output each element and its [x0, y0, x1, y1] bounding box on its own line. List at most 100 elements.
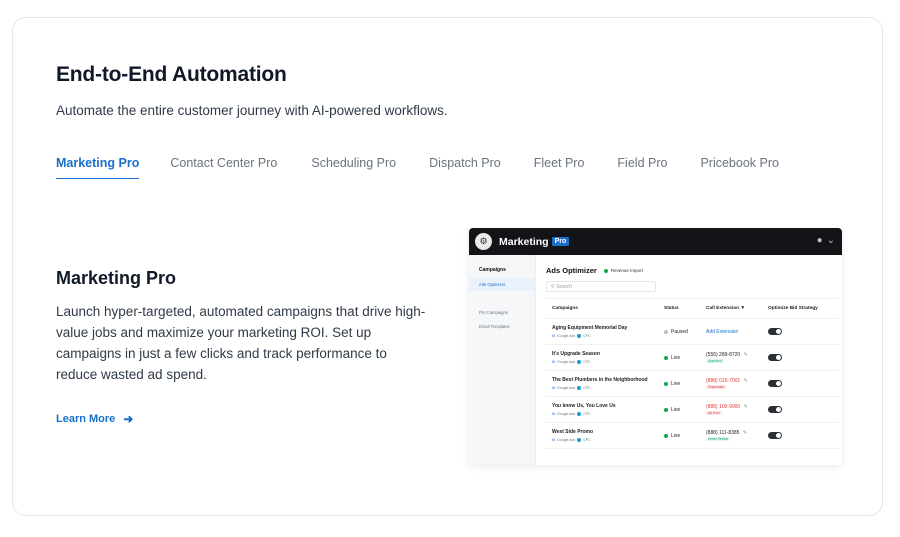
- table-row[interactable]: The Best Plumbers in the Neighborhood G …: [546, 370, 839, 397]
- learn-more-label: Learn More: [56, 413, 116, 425]
- optimize-bid-toggle[interactable]: [768, 406, 782, 413]
- campaign-name: Aging Equipment Memorial Day: [552, 325, 628, 331]
- mockup-topbar: ⚙ Marketing Pro ● ⌄: [469, 228, 842, 255]
- table-row[interactable]: Aging Equipment Memorial Day G Google Ad…: [546, 318, 839, 345]
- edit-icon[interactable]: ✎: [743, 430, 747, 436]
- tab-contact-center-pro[interactable]: Contact Center Pro: [170, 156, 277, 179]
- campaign-cell: West Side Promo G Google Ads CPC: [546, 422, 658, 449]
- edit-icon[interactable]: ✎: [744, 352, 748, 358]
- optimize-bid-toggle[interactable]: [768, 328, 782, 335]
- optimize-bid-toggle[interactable]: [768, 354, 782, 361]
- table-row[interactable]: You know Us, You Love Us G Google Ads CP…: [546, 396, 839, 423]
- tab-dispatch-pro[interactable]: Dispatch Pro: [429, 156, 501, 179]
- campaign-tags: G Google Ads CPC: [552, 437, 658, 442]
- campaign-tags: G Google Ads CPC: [552, 359, 658, 364]
- campaigns-table: Campaigns Status Call Extension ▼ Optimi…: [546, 298, 839, 449]
- table-row[interactable]: West Side Promo G Google Ads CPC Live (8…: [546, 422, 839, 449]
- call-extension-value[interactable]: (888) 100-9000: [706, 404, 740, 410]
- tab-scheduling-pro[interactable]: Scheduling Pro: [311, 156, 396, 179]
- feature-title: Marketing Pro: [56, 268, 177, 288]
- call-extension-value[interactable]: (888) 015-7001: [706, 378, 740, 384]
- google-icon: G: [552, 359, 556, 364]
- cpc-icon: [577, 359, 582, 364]
- sidebar-item-ads-optimizer[interactable]: Ads Optimizer: [469, 278, 535, 291]
- column-header-campaigns[interactable]: Campaigns: [546, 298, 658, 319]
- user-menu[interactable]: ● ⌄: [817, 235, 835, 246]
- tab-marketing-pro[interactable]: Marketing Pro: [56, 156, 140, 179]
- campaign-cell: You know Us, You Love Us G Google Ads CP…: [546, 396, 658, 423]
- sidebar-item-email-templates[interactable]: Email Templates: [469, 315, 535, 329]
- table-row[interactable]: It's Upgrade Season G Google Ads CPC Liv…: [546, 344, 839, 371]
- column-header-status[interactable]: Status: [658, 298, 700, 319]
- call-extension-cell: Add Extension: [700, 318, 762, 345]
- call-extension-value[interactable]: Add Extension: [706, 329, 738, 335]
- sidebar-heading: Campaigns: [479, 267, 506, 273]
- status-dot-icon: [664, 433, 668, 438]
- campaign-cell: The Best Plumbers in the Neighborhood G …: [546, 370, 658, 397]
- status-badge: Suspended: [706, 384, 727, 389]
- call-extension-value[interactable]: (555) 289-8720: [706, 352, 740, 358]
- campaign-tags: G Google Ads CPC: [552, 411, 658, 416]
- status-label: Paused: [671, 328, 688, 335]
- call-extension-cell: (888) 100-9000 ✎ Ad Error: [700, 396, 762, 423]
- mockup-brand: Marketing: [499, 235, 549, 248]
- status-dot-icon: [664, 407, 668, 412]
- product-tabs: Marketing Pro Contact Center Pro Schedul…: [56, 156, 812, 179]
- status-dot-icon: [664, 381, 668, 386]
- status-dot-icon: [664, 355, 668, 360]
- search-input[interactable]: ⚲ Search: [546, 281, 656, 292]
- campaign-cell: It's Upgrade Season G Google Ads CPC: [546, 344, 658, 371]
- optimize-bid-toggle[interactable]: [768, 432, 782, 439]
- campaign-name: It's Upgrade Season: [552, 351, 600, 357]
- status-label: Live: [671, 380, 681, 387]
- mockup-main: Ads Optimizer Revenue Import ⚲ Search Ca…: [546, 255, 839, 449]
- logo-icon: ⚙: [475, 233, 492, 250]
- tab-pricebook-pro[interactable]: Pricebook Pro: [700, 156, 779, 179]
- campaign-type: CPC: [583, 333, 591, 338]
- product-screenshot: ⚙ Marketing Pro ● ⌄ Campaigns Ads Optimi…: [469, 228, 842, 465]
- tab-fleet-pro[interactable]: Fleet Pro: [534, 156, 585, 179]
- sidebar-item-pro-campaigns[interactable]: Pro Campaigns: [469, 301, 535, 315]
- status-dot-icon: [664, 329, 668, 334]
- learn-more-link[interactable]: Learn More ➜: [56, 412, 133, 426]
- status-label: Live: [671, 432, 681, 439]
- status-cell: Live: [658, 370, 700, 397]
- section-title: End-to-End Automation: [56, 63, 287, 86]
- avatar-icon: ●: [816, 235, 823, 246]
- campaign-name: West Side Promo: [552, 429, 594, 435]
- cpc-icon: [577, 333, 582, 338]
- campaign-source: Google Ads: [557, 359, 576, 364]
- status-badge: Under Review: [706, 436, 731, 441]
- status-cell: Live: [658, 422, 700, 449]
- status-cell: Live: [658, 344, 700, 371]
- google-icon: G: [552, 333, 556, 338]
- campaign-cell: Aging Equipment Memorial Day G Google Ad…: [546, 318, 658, 345]
- status-label: Live: [671, 406, 681, 413]
- call-extension-cell: (888) 111-8385 ✎ Under Review: [700, 422, 762, 449]
- arrow-right-icon: ➜: [123, 412, 134, 426]
- optimize-bid-cell: [762, 318, 839, 345]
- optimize-bid-cell: [762, 370, 839, 397]
- column-header-call-extension[interactable]: Call Extension ▼: [700, 298, 762, 319]
- status-cell: Paused: [658, 318, 700, 345]
- revenue-import-link[interactable]: Revenue Import: [611, 268, 643, 273]
- campaign-name: You know Us, You Love Us: [552, 403, 616, 409]
- status-badge: Ad Error: [706, 410, 722, 415]
- mockup-pro-badge: Pro: [551, 237, 570, 246]
- call-extension-cell: (888) 015-7001 ✎ Suspended: [700, 370, 762, 397]
- status-cell: Live: [658, 396, 700, 423]
- campaign-source: Google Ads: [557, 411, 576, 416]
- optimize-bid-cell: [762, 422, 839, 449]
- campaign-source: Google Ads: [557, 385, 576, 390]
- tab-field-pro[interactable]: Field Pro: [617, 156, 667, 179]
- optimize-bid-cell: [762, 344, 839, 371]
- campaign-name: The Best Plumbers in the Neighborhood: [552, 377, 648, 383]
- optimize-bid-toggle[interactable]: [768, 380, 782, 387]
- call-extension-value[interactable]: (888) 111-8385: [706, 430, 739, 436]
- filter-icon[interactable]: ▼: [740, 306, 745, 311]
- google-icon: G: [552, 437, 556, 442]
- column-header-optimize-bid[interactable]: Optimize Bid Strategy: [762, 298, 839, 319]
- edit-icon[interactable]: ✎: [744, 378, 748, 384]
- call-extension-cell: (555) 289-8720 ✎ Approved: [700, 344, 762, 371]
- edit-icon[interactable]: ✎: [744, 404, 748, 410]
